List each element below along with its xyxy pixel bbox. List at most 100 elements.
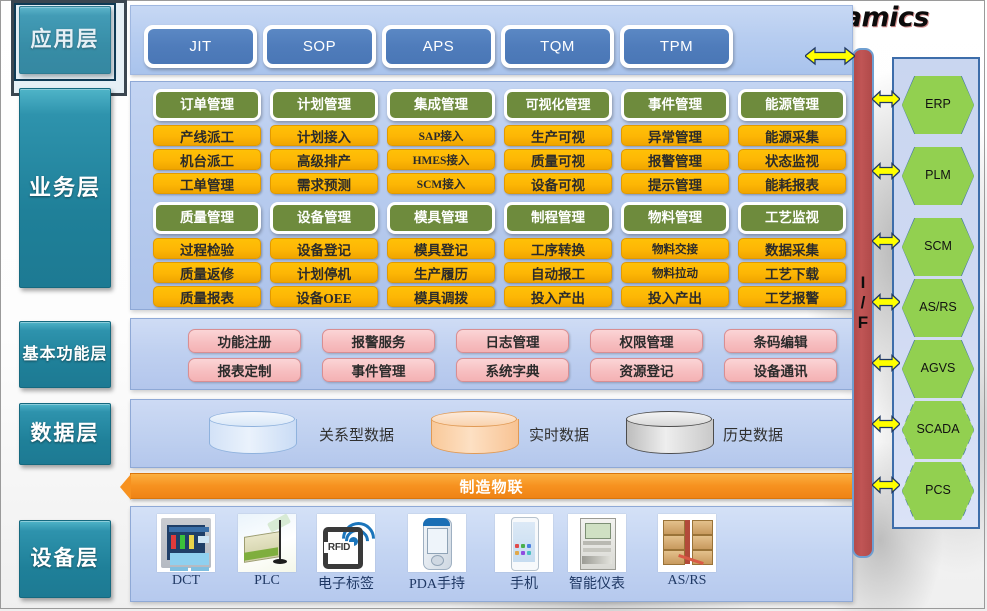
device-smart-meter[interactable]: 智能仪表	[568, 514, 626, 593]
device-pda[interactable]: PDA手持	[408, 514, 466, 593]
basic-item[interactable]: 条码编辑	[724, 329, 837, 353]
layer-label-device[interactable]: 设备层	[19, 520, 111, 598]
leaf-item[interactable]: 工序转换	[504, 238, 612, 259]
external-system-agvs[interactable]: AGVS	[902, 340, 974, 398]
leaf-item[interactable]: 工艺下载	[738, 262, 846, 283]
group-head-material[interactable]: 物料管理	[621, 202, 729, 234]
basic-item[interactable]: 日志管理	[456, 329, 569, 353]
device-plc[interactable]: PLC	[238, 514, 296, 589]
basic-item[interactable]: 报表定制	[188, 358, 301, 382]
interface-bar[interactable]: I / F	[852, 48, 874, 558]
smart-meter-icon	[568, 514, 626, 572]
external-systems-panel: ERP PLM SCM AS/RS AGVS SCAD A PCS	[892, 57, 980, 529]
leaf-item[interactable]: HMES接入	[387, 149, 495, 170]
group-head-plan[interactable]: 计划管理	[270, 89, 378, 121]
group-head-energy[interactable]: 能源管理	[738, 89, 846, 121]
iot-bar-label: 制造物联	[459, 478, 524, 496]
leaf-item[interactable]: 质量返修	[153, 262, 261, 283]
layer-label-business[interactable]: 业务层	[19, 88, 111, 288]
business-column-event: 事件管理 异常管理 报警管理 提示管理 物料管理 物料交接 物料拉动 投入产出	[621, 89, 729, 310]
basic-function-layer-box: 功能注册 报警服务 日志管理 权限管理 条码编辑 报表定制 事件管理 系统字典 …	[130, 318, 853, 390]
device-asrs[interactable]: AS/RS	[658, 514, 716, 589]
device-label: 手机	[510, 577, 538, 592]
group-head-label: 制程管理	[507, 205, 609, 231]
leaf-item[interactable]: 机台派工	[153, 149, 261, 170]
leaf-item[interactable]: 产线派工	[153, 125, 261, 146]
basic-item[interactable]: 报警服务	[322, 329, 435, 353]
basic-item[interactable]: 功能注册	[188, 329, 301, 353]
leaf-item[interactable]: 投入产出	[621, 286, 729, 307]
leaf-item[interactable]: 设备登记	[270, 238, 378, 259]
basic-item[interactable]: 设备通讯	[724, 358, 837, 382]
group-head-visualization[interactable]: 可视化管理	[504, 89, 612, 121]
basic-item[interactable]: 权限管理	[590, 329, 703, 353]
double-arrow-agvs	[872, 354, 900, 372]
group-head-process[interactable]: 制程管理	[504, 202, 612, 234]
basic-item[interactable]: 系统字典	[456, 358, 569, 382]
leaf-item[interactable]: 质量报表	[153, 286, 261, 307]
leaf-item[interactable]: 工单管理	[153, 173, 261, 194]
external-system-scm[interactable]: SCM	[902, 218, 974, 276]
database-cylinder-realtime[interactable]	[431, 411, 519, 457]
external-system-erp[interactable]: ERP	[902, 76, 974, 134]
leaf-item[interactable]: 质量可视	[504, 149, 612, 170]
leaf-item[interactable]: 状态监视	[738, 149, 846, 170]
device-dct[interactable]: DCT	[157, 514, 215, 589]
leaf-item[interactable]: 计划停机	[270, 262, 378, 283]
layer-label-basic-function[interactable]: 基本 功能层	[19, 321, 111, 388]
group-head-equipment[interactable]: 设备管理	[270, 202, 378, 234]
leaf-item[interactable]: 高级排产	[270, 149, 378, 170]
external-system-plm[interactable]: PLM	[902, 147, 974, 205]
leaf-item[interactable]: 异常管理	[621, 125, 729, 146]
database-cylinder-history[interactable]	[626, 411, 714, 457]
leaf-item[interactable]: 工艺报警	[738, 286, 846, 307]
group-head-craft-monitor[interactable]: 工艺监视	[738, 202, 846, 234]
leaf-item[interactable]: 报警管理	[621, 149, 729, 170]
device-rfid-tag[interactable]: RFID 电子标签	[317, 514, 375, 593]
business-column-integration: 集成管理 SAP接入 HMES接入 SCM接入 模具管理 模具登记 生产履历 模…	[387, 89, 495, 310]
external-system-asrs[interactable]: AS/RS	[902, 279, 974, 337]
leaf-item[interactable]: SAP接入	[387, 125, 495, 146]
group-head-quality[interactable]: 质量管理	[153, 202, 261, 234]
app-chip-jit[interactable]: JIT	[144, 25, 257, 68]
leaf-item[interactable]: 模具登记	[387, 238, 495, 259]
leaf-item[interactable]: 过程检验	[153, 238, 261, 259]
leaf-item[interactable]: 提示管理	[621, 173, 729, 194]
leaf-item[interactable]: 计划接入	[270, 125, 378, 146]
leaf-item[interactable]: 能源采集	[738, 125, 846, 146]
manufacturing-iot-bar[interactable]: 制造物联	[120, 473, 863, 500]
basic-item[interactable]: 资源登记	[590, 358, 703, 382]
database-cylinder-relational[interactable]	[209, 411, 297, 457]
app-chip-aps[interactable]: APS	[382, 25, 495, 68]
leaf-item[interactable]: 生产履历	[387, 262, 495, 283]
double-arrow-asrs	[872, 293, 900, 311]
leaf-item[interactable]: 生产可视	[504, 125, 612, 146]
leaf-item[interactable]: 物料拉动	[621, 262, 729, 283]
leaf-item[interactable]: 数据采集	[738, 238, 846, 259]
app-chip-label: TQM	[505, 29, 610, 64]
layer-label-data[interactable]: 数据层	[19, 403, 111, 465]
device-mobile-phone[interactable]: 手机	[495, 514, 553, 593]
basic-item[interactable]: 事件管理	[322, 358, 435, 382]
leaf-item[interactable]: 设备可视	[504, 173, 612, 194]
group-head-order[interactable]: 订单管理	[153, 89, 261, 121]
leaf-item[interactable]: SCM接入	[387, 173, 495, 194]
group-head-integration[interactable]: 集成管理	[387, 89, 495, 121]
external-system-pcs[interactable]: PCS	[902, 462, 974, 520]
app-chip-tqm[interactable]: TQM	[501, 25, 614, 68]
leaf-item[interactable]: 自动报工	[504, 262, 612, 283]
external-system-label: PLM	[902, 147, 974, 205]
double-arrow-app-to-interface	[805, 46, 855, 66]
app-chip-sop[interactable]: SOP	[263, 25, 376, 68]
external-system-scada[interactable]: SCAD A	[902, 401, 974, 459]
app-chip-tpm[interactable]: TPM	[620, 25, 733, 68]
group-head-event[interactable]: 事件管理	[621, 89, 729, 121]
group-head-mold[interactable]: 模具管理	[387, 202, 495, 234]
leaf-item[interactable]: 需求预测	[270, 173, 378, 194]
leaf-item[interactable]: 投入产出	[504, 286, 612, 307]
leaf-item[interactable]: 设备OEE	[270, 286, 378, 307]
interface-line-2: /	[860, 292, 866, 312]
leaf-item[interactable]: 模具调拨	[387, 286, 495, 307]
leaf-item[interactable]: 能耗报表	[738, 173, 846, 194]
leaf-item[interactable]: 物料交接	[621, 238, 729, 259]
